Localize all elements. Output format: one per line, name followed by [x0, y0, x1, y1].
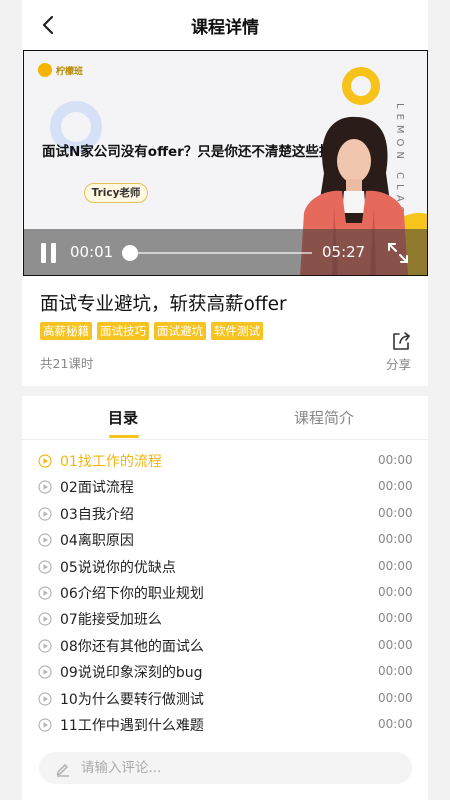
lesson-duration: 00:00	[378, 453, 413, 467]
lesson-row[interactable]: 01找工作的流程 00:00	[22, 448, 428, 474]
video-player[interactable]: 柠檬班 LEMON CLASS 面试N家公司没有offer？只是你还不清楚这些技…	[23, 50, 428, 276]
lesson-duration: 00:00	[378, 584, 413, 599]
lesson-name: 02面试流程	[60, 480, 134, 497]
lesson-row[interactable]: 08你还有其他的面试么 00:00	[22, 633, 428, 659]
play-circle-icon	[38, 639, 52, 653]
course-tag: 面试避坑	[154, 322, 206, 340]
lessons-count: 共21课时	[40, 356, 94, 371]
tab-bar: 目录 课程简介	[22, 396, 428, 440]
active-tab-indicator	[109, 435, 139, 438]
lesson-name: 07能接受加班么	[60, 612, 162, 629]
share-icon	[393, 332, 410, 350]
play-circle-icon	[38, 718, 52, 732]
play-circle-icon	[38, 480, 52, 494]
brand-text: 柠檬班	[56, 66, 84, 77]
lesson-duration: 00:00	[378, 664, 413, 679]
lesson-duration: 00:00	[378, 558, 413, 573]
player-controls: 00:01 05:27	[24, 229, 427, 275]
lemon-logo-icon	[38, 63, 52, 77]
lesson-row[interactable]: 02面试流程 00:00	[22, 474, 428, 500]
tab-catalog[interactable]: 目录	[108, 407, 138, 428]
lesson-name: 06介绍下你的职业规划	[60, 585, 204, 602]
course-tag: 高薪秘籍	[40, 322, 92, 340]
play-circle-icon	[38, 533, 52, 547]
brand-logo: 柠檬班	[38, 63, 83, 77]
lesson-row[interactable]: 06介绍下你的职业规划 00:00	[22, 580, 428, 606]
current-time: 00:01	[70, 243, 114, 261]
lesson-name: 04离职原因	[60, 533, 134, 550]
seek-handle[interactable]	[122, 245, 138, 261]
lesson-duration: 00:00	[378, 690, 413, 705]
page-title: 课程详情	[191, 18, 259, 38]
share-button[interactable]: 分享	[386, 330, 416, 372]
app-frame: 课程详情 柠檬班 LEMON CLASS 面试N家公司没有offer？只是你还不…	[0, 0, 450, 800]
page-column: 课程详情 柠檬班 LEMON CLASS 面试N家公司没有offer？只是你还不…	[0, 0, 450, 800]
lesson-name: 10为什么要转行做测试	[60, 691, 204, 708]
lesson-row[interactable]: 03自我介绍 00:00	[22, 501, 428, 527]
play-circle-icon	[38, 559, 52, 574]
lesson-row[interactable]: 09说说印象深刻的bug 00:00	[22, 659, 428, 685]
pencil-icon	[56, 764, 69, 777]
comment-box[interactable]	[39, 752, 412, 784]
lesson-row[interactable]: 05说说你的优缺点 00:00	[22, 554, 428, 580]
lesson-row[interactable]: 04离职原因 00:00	[22, 527, 428, 553]
comment-input[interactable]	[81, 752, 401, 784]
lesson-row[interactable]: 10为什么要转行做测试 00:00	[22, 686, 428, 712]
fullscreen-icon[interactable]	[386, 241, 410, 265]
lesson-name: 11工作中遇到什么难题	[60, 717, 204, 734]
course-tags: 高薪秘籍 面试技巧 面试避坑 软件测试	[40, 322, 263, 340]
play-circle-icon	[38, 691, 52, 706]
lesson-duration: 00:00	[378, 716, 413, 731]
lesson-row[interactable]: 11工作中遇到什么难题 00:00	[22, 712, 428, 738]
tab-intro[interactable]: 课程简介	[294, 407, 354, 428]
decor-ring-yellow	[342, 67, 380, 105]
lesson-row[interactable]: 07能接受加班么 00:00	[22, 606, 428, 632]
lesson-name: 09说说印象深刻的bug	[60, 665, 203, 682]
seek-bar[interactable]	[126, 252, 312, 254]
lesson-name: 01找工作的流程	[60, 454, 162, 470]
play-circle-icon	[38, 665, 52, 679]
lesson-name: 08你还有其他的面试么	[60, 638, 204, 655]
course-title: 面试专业避坑，斩获高薪offer	[40, 294, 287, 315]
teacher-tag: Tricy老师	[84, 183, 148, 203]
pause-icon[interactable]	[40, 243, 58, 263]
play-circle-icon	[38, 612, 52, 626]
lesson-list: 01找工作的流程 00:00 02面试流程 00:00 03自我介绍 00:00 04离职原…	[22, 448, 428, 738]
lesson-name: 03自我介绍	[60, 506, 134, 523]
play-circle-icon	[38, 454, 52, 468]
course-tag: 软件测试	[211, 322, 263, 340]
lesson-duration: 00:00	[378, 505, 413, 520]
lesson-duration: 00:00	[378, 637, 413, 652]
lesson-duration: 00:00	[378, 532, 413, 547]
nav-bar: 课程详情	[22, 0, 428, 50]
lesson-name: 05说说你的优缺点	[60, 559, 176, 576]
section-divider	[0, 386, 450, 396]
play-circle-icon	[38, 586, 52, 600]
play-circle-icon	[38, 507, 52, 521]
lesson-duration: 00:00	[378, 611, 413, 626]
lesson-duration: 00:00	[378, 479, 413, 494]
course-tag: 面试技巧	[97, 322, 149, 340]
share-label: 分享	[386, 357, 412, 372]
total-time: 05:27	[322, 243, 366, 261]
